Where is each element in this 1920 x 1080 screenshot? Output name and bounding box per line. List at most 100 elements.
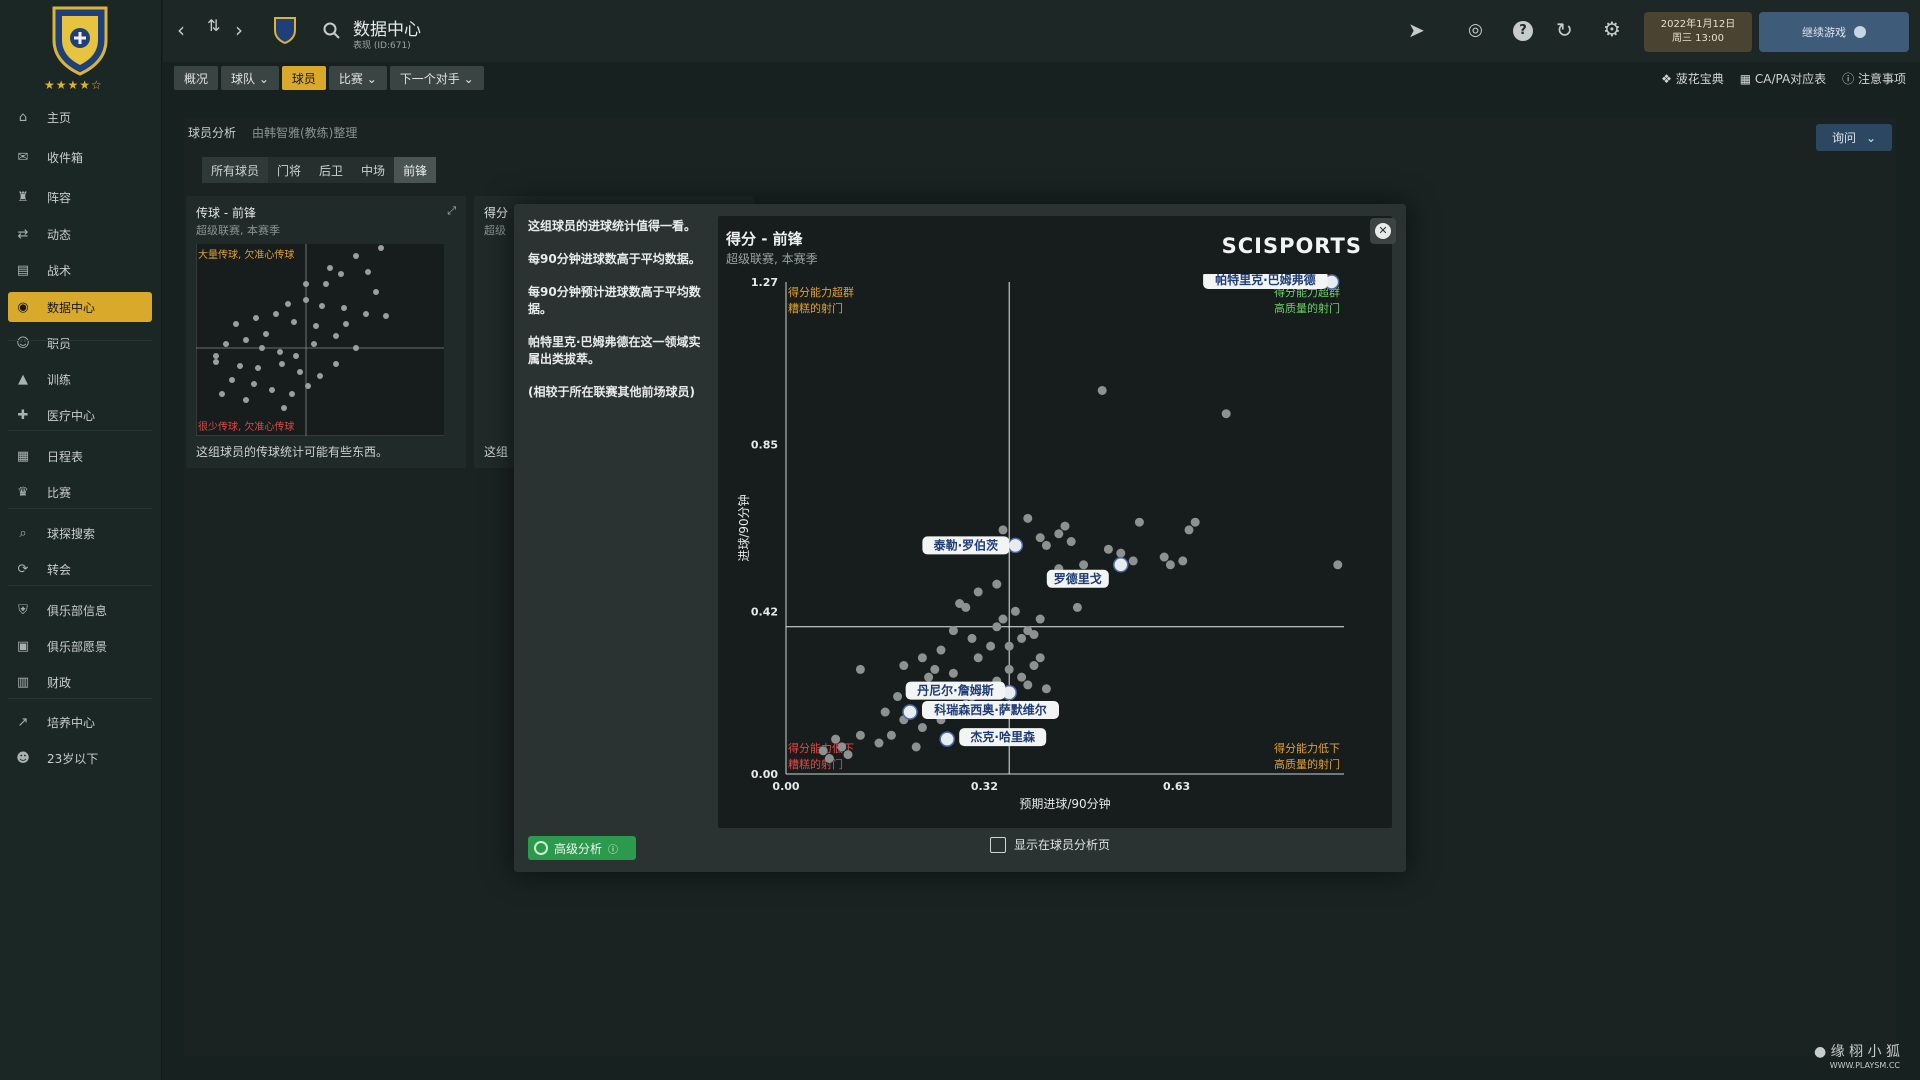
trophy-icon: ♛	[17, 484, 29, 500]
page-subtitle: 表现 (ID:671)	[353, 41, 411, 51]
data-point	[1116, 548, 1126, 558]
data-point	[930, 664, 940, 674]
club-crest-icon[interactable]	[48, 2, 112, 76]
sidebar-item-label: 动态	[47, 227, 72, 242]
world-icon[interactable]: ◎	[1468, 20, 1483, 40]
u23-icon: ☻	[16, 750, 30, 766]
sidebar-item-5[interactable]: ▤ 战术	[8, 255, 152, 285]
subtab-3[interactable]: 球员	[281, 66, 326, 90]
sidebar-item-7[interactable]: ☺ 职员	[8, 328, 152, 358]
data-point	[948, 626, 958, 636]
sidebar-item-4[interactable]: ⇄ 动态	[8, 219, 152, 249]
back-icon[interactable]: ‹	[177, 18, 185, 42]
modal-info: 这组球员的进球统计值得一看。 每90分钟进球数高于平均数据。 每90分钟预计进球数高…	[528, 218, 708, 417]
position-tab-5[interactable]: 前锋	[394, 157, 437, 183]
mini-point	[237, 363, 243, 369]
data-point	[1184, 525, 1194, 535]
y-tick-label: 0.00	[751, 768, 778, 781]
sidebar-item-14[interactable]: ⛨ 俱乐部信息	[8, 595, 152, 625]
game-date[interactable]: 2022年1月12日 周三 13:00	[1644, 12, 1752, 52]
training-icon: ▲	[18, 371, 28, 387]
data-point	[1097, 385, 1107, 395]
sidebar-item-1[interactable]: ⌂ 主页	[8, 102, 152, 132]
staff-icon: ☺	[16, 335, 30, 351]
data-point	[992, 622, 1002, 632]
right-link-3[interactable]: ⓘ 注意事项	[1842, 70, 1906, 87]
up-down-icon[interactable]: ⇅	[207, 16, 220, 35]
club-vision-icon: ▣	[16, 638, 30, 654]
checkbox[interactable]	[990, 836, 1006, 853]
quadrant-label-bl: 糟糕的射门	[788, 757, 843, 771]
subtab-1[interactable]: 概况	[174, 66, 219, 90]
data-point	[1079, 560, 1089, 570]
expand-icon[interactable]: ⤢	[447, 204, 456, 218]
quadrant-label-bl: 很少传球, 欠准心传球	[198, 420, 294, 433]
player-avatar	[1007, 537, 1024, 554]
quadrant-label-tl: 大量传球, 欠准心传球	[198, 248, 294, 261]
reputation-stars: ★★★★☆	[44, 78, 103, 92]
rocket-icon[interactable]: ➤	[1408, 18, 1425, 42]
sidebar-item-17[interactable]: ↗ 培养中心	[8, 707, 152, 737]
subtab-2[interactable]: 球队 ⌄	[221, 66, 279, 90]
sidebar-item-12[interactable]: ⌕ 球探搜索	[8, 518, 152, 548]
sidebar-item-2[interactable]: ✉ 收件箱	[8, 142, 152, 172]
subtab-5[interactable]: 下一个对手 ⌄	[389, 66, 484, 90]
development-icon: ↗	[17, 714, 29, 730]
sidebar-item-8[interactable]: ▲ 训练	[8, 364, 152, 394]
sidebar-divider	[8, 698, 152, 699]
sidebar-item-3[interactable]: ♜ 阵容	[8, 182, 152, 212]
position-tab-1[interactable]: 所有球员	[202, 157, 269, 183]
position-tab-3[interactable]: 后卫	[310, 157, 352, 183]
data-point	[998, 525, 1008, 535]
sidebar-item-15[interactable]: ▣ 俱乐部愿景	[8, 631, 152, 661]
show-in-analysis-checkbox[interactable]: 显示在球员分析页	[990, 836, 1110, 853]
info-line-2: 每90分钟进球数高于平均数据。	[528, 252, 701, 266]
data-point	[1023, 680, 1033, 690]
mini-point	[213, 353, 219, 359]
close-button[interactable]: ✕	[1370, 218, 1396, 244]
ask-button[interactable]: 询问 ⌄	[1816, 124, 1892, 151]
help-icon[interactable]: ?	[1513, 21, 1533, 41]
sidebar-item-10[interactable]: ▦ 日程表	[8, 441, 152, 471]
passing-card[interactable]: 传球 - 前锋 ⤢ 超级联赛, 本赛季 大量传球, 欠准心传球 很少传球, 欠准…	[186, 196, 466, 468]
sidebar-item-label: 财政	[47, 675, 72, 690]
sidebar-item-13[interactable]: ⟳ 转会	[8, 554, 152, 584]
data-point	[917, 653, 927, 663]
data-point	[843, 750, 853, 760]
position-tab-4[interactable]: 中场	[352, 157, 394, 183]
sidebar-item-9[interactable]: ✚ 医疗中心	[8, 400, 152, 430]
refresh-icon[interactable]: ↻	[1556, 18, 1573, 42]
forward-icon[interactable]: ›	[235, 18, 243, 42]
mini-point	[251, 381, 257, 387]
data-hub-icon: ◉	[17, 299, 29, 315]
club-badge-icon[interactable]	[273, 16, 297, 44]
gear-icon[interactable]: ⚙	[1603, 17, 1621, 41]
mini-point	[363, 311, 369, 317]
sidebar-item-16[interactable]: ▥ 财政	[8, 667, 152, 697]
data-point	[936, 645, 946, 655]
search-icon[interactable]	[323, 22, 341, 40]
subtab-4[interactable]: 比赛 ⌄	[328, 66, 387, 90]
position-tab-2[interactable]: 门将	[268, 157, 310, 183]
data-point	[1060, 521, 1070, 531]
continue-game-button[interactable]: 继续游戏	[1759, 12, 1909, 52]
data-point	[874, 738, 884, 748]
x-tick-label: 0.63	[1163, 780, 1190, 793]
right-link-1[interactable]: ❖ 菠花宝典	[1661, 70, 1724, 87]
sidebar-item-18[interactable]: ☻ 23岁以下	[8, 743, 152, 773]
mini-point	[293, 353, 299, 359]
sidebar-item-6[interactable]: ◉ 数据中心	[8, 292, 152, 322]
sidebar-item-11[interactable]: ♛ 比赛	[8, 477, 152, 507]
mini-point	[297, 369, 303, 375]
dynamics-icon: ⇄	[17, 226, 29, 242]
inbox-icon: ✉	[17, 149, 29, 165]
data-point	[986, 641, 996, 651]
sub-tabs: 概况 球队 ⌄ 球员 比赛 ⌄ 下一个对手 ⌄	[174, 66, 484, 92]
advanced-analysis-button[interactable]: 高级分析 ⓘ	[528, 836, 636, 860]
right-link-2[interactable]: ▦ CA/PA对应表	[1740, 70, 1826, 87]
club-info-icon: ⛨	[18, 602, 28, 618]
data-point	[1017, 633, 1027, 643]
mini-point	[213, 359, 219, 365]
data-point	[992, 579, 1002, 589]
player-label: 杰克·哈里森	[970, 729, 1036, 744]
